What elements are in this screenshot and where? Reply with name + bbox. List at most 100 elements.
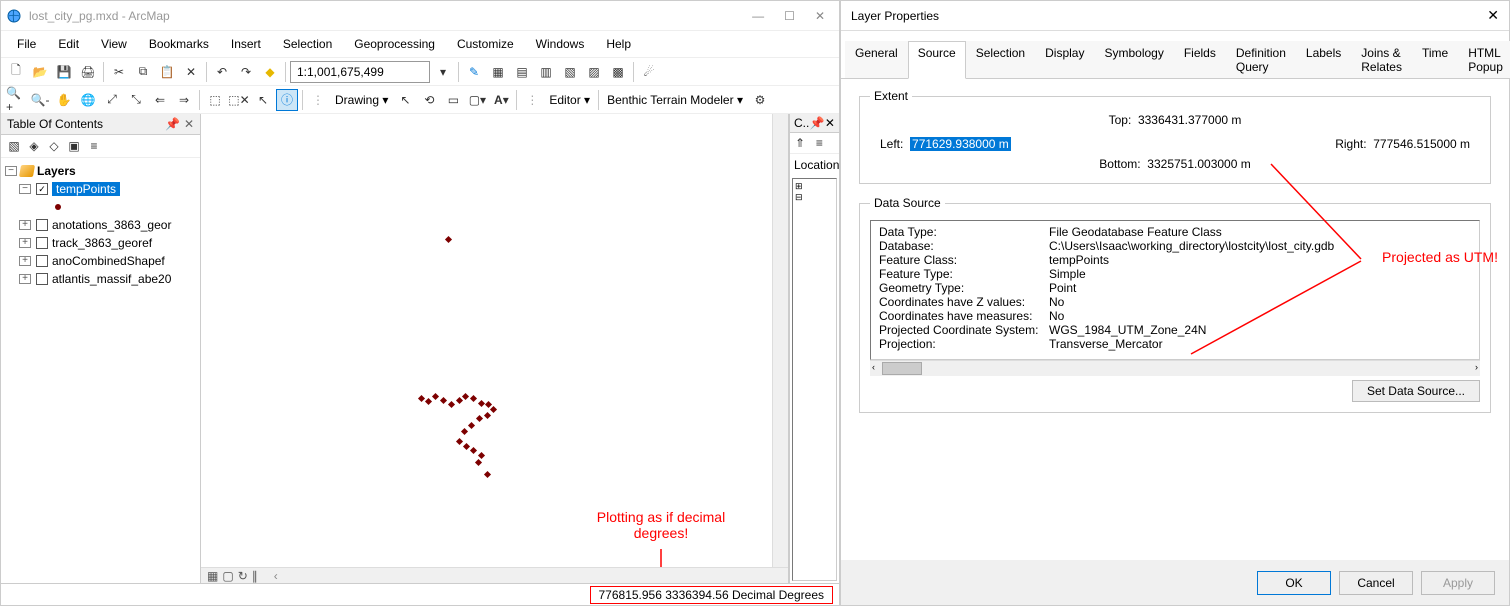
list-by-visibility-icon[interactable]: ◇ — [45, 137, 63, 155]
zoom-out-icon[interactable]: 🔍- — [29, 89, 51, 111]
checkbox-unchecked[interactable] — [36, 273, 48, 285]
launch-icon[interactable]: ☄ — [638, 61, 660, 83]
ok-button[interactable]: OK — [1257, 571, 1331, 595]
options-icon[interactable]: ≡ — [85, 137, 103, 155]
search-icon[interactable]: ▥ — [535, 61, 557, 83]
drawing-toolbar-label[interactable]: Drawing ▾ — [331, 93, 392, 107]
menu-view[interactable]: View — [91, 33, 137, 55]
list-by-selection-icon[interactable]: ▣ — [65, 137, 83, 155]
tab-symbology[interactable]: Symbology — [1094, 41, 1173, 78]
cut-icon[interactable]: ✂ — [108, 61, 130, 83]
checkbox-unchecked[interactable] — [36, 219, 48, 231]
close-button[interactable]: ✕ — [815, 9, 825, 23]
close-icon[interactable]: ✕ — [1487, 7, 1499, 24]
select-elements-icon[interactable]: ↖ — [252, 89, 274, 111]
shape-icon[interactable]: ▭ — [442, 89, 464, 111]
cancel-button[interactable]: Cancel — [1339, 571, 1413, 595]
list-by-source-icon[interactable]: ◈ — [25, 137, 43, 155]
layer-item[interactable]: + anotations_3863_geor — [5, 216, 196, 234]
identify-icon[interactable]: ⓘ — [276, 89, 298, 111]
layer-item[interactable]: + anoCombinedShapef — [5, 252, 196, 270]
menu-edit[interactable]: Edit — [48, 33, 89, 55]
editor-toolbar-label[interactable]: Editor ▾ — [545, 93, 594, 107]
menu-bookmarks[interactable]: Bookmarks — [139, 33, 219, 55]
checkbox-checked[interactable]: ✓ — [36, 183, 48, 195]
tab-display[interactable]: Display — [1035, 41, 1094, 78]
zoom-in-icon[interactable]: 🔍+ — [5, 89, 27, 111]
add-data-icon[interactable]: ◆ — [259, 61, 281, 83]
menu-geoprocessing[interactable]: Geoprocessing — [344, 33, 445, 55]
tree-root[interactable]: − Layers — [5, 162, 196, 180]
tab-time[interactable]: Time — [1412, 41, 1458, 78]
tab-html-popup[interactable]: HTML Popup — [1458, 41, 1510, 78]
map-canvas[interactable]: Plotting as if decimal degrees! ▦ ▢ ↻ ∥ … — [201, 114, 789, 583]
table-icon[interactable]: ▦ — [487, 61, 509, 83]
refresh-icon[interactable]: ↻ — [238, 569, 248, 583]
undo-icon[interactable]: ↶ — [211, 61, 233, 83]
btm-toolbar-label[interactable]: Benthic Terrain Modeler ▾ — [603, 93, 747, 107]
menu-windows[interactable]: Windows — [526, 33, 595, 55]
text-icon[interactable]: A▾ — [490, 89, 512, 111]
btm-tool-icon[interactable]: ⚙ — [749, 89, 771, 111]
data-source-box[interactable]: Data Type:File Geodatabase Feature Class… — [870, 220, 1480, 360]
redo-icon[interactable]: ↷ — [235, 61, 257, 83]
save-icon[interactable]: 💾 — [53, 61, 75, 83]
close-icon[interactable]: ✕ — [184, 117, 194, 131]
pin-icon[interactable]: 📌 — [165, 117, 180, 131]
tab-labels[interactable]: Labels — [1296, 41, 1351, 78]
tab-definition-query[interactable]: Definition Query — [1226, 41, 1296, 78]
collapse-icon[interactable]: − — [5, 166, 17, 176]
python-icon[interactable]: ▨ — [583, 61, 605, 83]
home-icon[interactable]: ≡ — [811, 135, 827, 151]
expand-icon[interactable]: + — [19, 238, 31, 248]
expand-icon[interactable]: + — [19, 256, 31, 266]
print-icon[interactable]: 🖨 — [77, 61, 99, 83]
scale-value[interactable] — [295, 64, 425, 80]
menu-help[interactable]: Help — [596, 33, 641, 55]
checkbox-unchecked[interactable] — [36, 237, 48, 249]
menu-customize[interactable]: Customize — [447, 33, 524, 55]
extent-left-value[interactable]: 771629.938000 m — [910, 137, 1011, 151]
checkbox-unchecked[interactable] — [36, 255, 48, 267]
collapse-icon[interactable]: − — [19, 184, 31, 194]
pin-icon[interactable]: 📌 — [810, 116, 825, 130]
expand-icon[interactable]: + — [19, 220, 31, 230]
tab-source[interactable]: Source — [908, 41, 966, 79]
maximize-button[interactable]: ☐ — [784, 9, 795, 23]
model-builder-icon[interactable]: ▩ — [607, 61, 629, 83]
layout-view-tab[interactable]: ▢ — [222, 569, 233, 583]
forward-icon[interactable]: ⇒ — [173, 89, 195, 111]
fixed-zoom-out-icon[interactable]: ⤡ — [125, 89, 147, 111]
menu-insert[interactable]: Insert — [221, 33, 271, 55]
menu-selection[interactable]: Selection — [273, 33, 342, 55]
up-icon[interactable]: ⇑ — [792, 135, 808, 151]
menu-file[interactable]: File — [7, 33, 46, 55]
expand-icon[interactable]: + — [19, 274, 31, 284]
vertical-scrollbar[interactable] — [772, 114, 788, 567]
layer-item[interactable]: + track_3863_georef — [5, 234, 196, 252]
scale-dropdown-icon[interactable]: ▾ — [432, 61, 454, 83]
list-by-drawing-icon[interactable]: ▧ — [5, 137, 23, 155]
tab-fields[interactable]: Fields — [1174, 41, 1226, 78]
close-icon[interactable]: ✕ — [825, 116, 835, 130]
open-icon[interactable]: 📂 — [29, 61, 51, 83]
layer-item[interactable]: + atlantis_massif_abe20 — [5, 270, 196, 288]
data-view-tab[interactable]: ▦ — [207, 569, 218, 583]
select-features-icon[interactable]: ⬚ — [204, 89, 226, 111]
tab-joins-relates[interactable]: Joins & Relates — [1351, 41, 1412, 78]
ds-horizontal-scrollbar[interactable]: ‹ › — [870, 360, 1480, 376]
new-icon[interactable]: 🗋 — [5, 61, 27, 83]
fixed-zoom-in-icon[interactable]: ⤢ — [101, 89, 123, 111]
tab-selection[interactable]: Selection — [966, 41, 1035, 78]
catalog-tab-label[interactable]: C.. — [794, 116, 809, 130]
pan-icon[interactable]: ✋ — [53, 89, 75, 111]
scrollbar-thumb[interactable] — [882, 362, 922, 375]
back-icon[interactable]: ⇐ — [149, 89, 171, 111]
minimize-button[interactable]: — — [752, 9, 764, 23]
full-extent-icon[interactable]: 🌐 — [77, 89, 99, 111]
pointer-icon[interactable]: ↖ — [394, 89, 416, 111]
set-data-source-button[interactable]: Set Data Source... — [1352, 380, 1480, 402]
clear-selection-icon[interactable]: ⬚✕ — [228, 89, 250, 111]
copy-icon[interactable]: ⧉ — [132, 61, 154, 83]
expand-icon[interactable]: ⊞ — [795, 181, 834, 192]
